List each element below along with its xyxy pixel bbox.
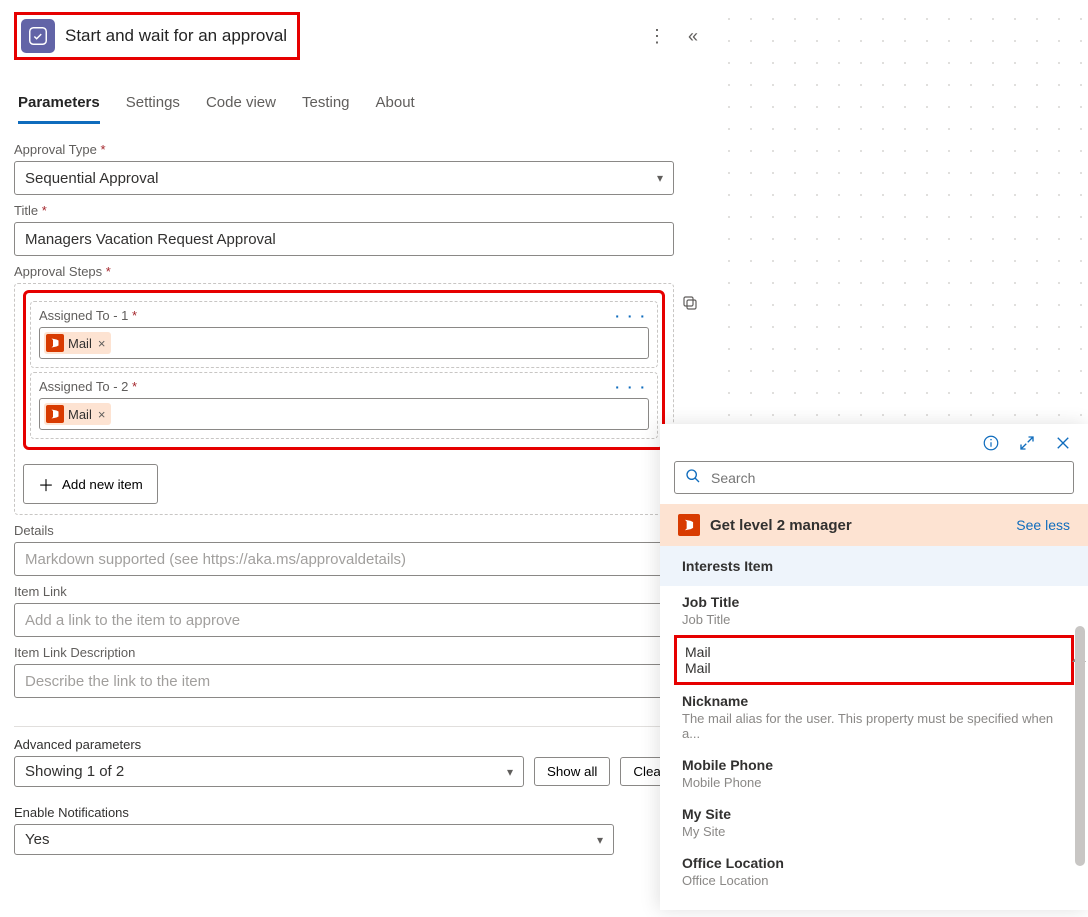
step-1-token: Mail ×: [44, 332, 111, 354]
panel-header: Start and wait for an approval ⋮ «: [14, 12, 698, 60]
item-my-site[interactable]: My Site My Site: [660, 798, 1088, 847]
see-less-link[interactable]: See less: [1016, 517, 1070, 533]
title-value: Managers Vacation Request Approval: [25, 231, 276, 248]
dynamic-content-popup: Get level 2 manager See less Interests I…: [660, 424, 1088, 910]
office-icon: [678, 514, 700, 536]
step-2: · · · Assigned To - 2 Mail ×: [30, 372, 658, 439]
item-link-placeholder: Add a link to the item to approve: [25, 612, 240, 629]
item-job-title-key: Job Title: [682, 594, 1066, 610]
step-2-menu-icon[interactable]: · · ·: [615, 379, 647, 395]
show-all-button[interactable]: Show all: [534, 757, 610, 786]
more-icon[interactable]: ⋮: [648, 26, 666, 47]
popup-list: Interests Item Job Title Job Title Mail …: [660, 546, 1088, 910]
popup-group-name: Get level 2 manager: [710, 517, 852, 534]
item-mail[interactable]: Mail Mail: [674, 635, 1074, 685]
info-icon[interactable]: [982, 434, 1000, 455]
approval-steps-container: · · · Assigned To - 1 Mail × · · ·: [14, 283, 674, 515]
item-nickname-key: Nickname: [682, 693, 1066, 709]
item-interests[interactable]: Interests Item: [660, 546, 1088, 586]
designer-canvas: [712, 0, 1088, 430]
item-link-label: Item Link: [14, 584, 698, 599]
title-input[interactable]: Managers Vacation Request Approval: [14, 222, 674, 256]
tab-testing[interactable]: Testing: [302, 88, 350, 124]
item-link-desc-input[interactable]: Describe the link to the item: [14, 664, 674, 698]
details-placeholder: Markdown supported (see https://aka.ms/a…: [25, 551, 406, 568]
details-input[interactable]: Markdown supported (see https://aka.ms/a…: [14, 542, 674, 576]
item-nickname-desc: The mail alias for the user. This proper…: [682, 711, 1066, 741]
popup-group-header[interactable]: Get level 2 manager See less: [660, 504, 1088, 546]
header-title-wrap: Start and wait for an approval: [14, 12, 300, 60]
item-office-location-desc: Office Location: [682, 873, 1066, 888]
item-job-title-desc: Job Title: [682, 612, 1066, 627]
item-mail-key: Mail: [685, 644, 1063, 660]
collapse-icon[interactable]: «: [688, 26, 698, 47]
scrollbar-thumb[interactable]: [1075, 626, 1085, 866]
item-link-input[interactable]: Add a link to the item to approve: [14, 603, 674, 637]
tab-parameters[interactable]: Parameters: [18, 88, 100, 124]
item-office-location[interactable]: Office Location Office Location: [660, 847, 1088, 896]
chevron-down-icon: ▾: [657, 171, 663, 185]
step-2-assigned-input[interactable]: Mail ×: [39, 398, 649, 430]
tab-code-view[interactable]: Code view: [206, 88, 276, 124]
step-1-label: Assigned To - 1: [39, 308, 649, 323]
item-my-site-key: My Site: [682, 806, 1066, 822]
title-label: Title: [14, 203, 698, 218]
tab-settings[interactable]: Settings: [126, 88, 180, 124]
item-interests-key: Interests Item: [682, 558, 773, 574]
advanced-showing: Showing 1 of 2: [25, 763, 124, 780]
enable-notif-select[interactable]: Yes ▾: [14, 824, 614, 855]
expand-icon[interactable]: [1018, 434, 1036, 455]
section-divider: [14, 726, 674, 727]
plus-icon: ＋: [38, 472, 54, 496]
step-1-token-remove[interactable]: ×: [98, 336, 106, 351]
item-office-location-key: Office Location: [682, 855, 1066, 871]
item-mail-desc: Mail: [685, 660, 1063, 676]
template-icon[interactable]: [681, 294, 699, 315]
advanced-label: Advanced parameters: [14, 737, 698, 752]
search-icon: [685, 468, 701, 487]
chevron-down-icon: ▾: [507, 765, 513, 779]
step-1: · · · Assigned To - 1 Mail ×: [30, 301, 658, 368]
item-job-title[interactable]: Job Title Job Title: [660, 586, 1088, 635]
steps-highlight: · · · Assigned To - 1 Mail × · · ·: [23, 290, 665, 450]
step-1-menu-icon[interactable]: · · ·: [615, 308, 647, 324]
popup-search[interactable]: [674, 461, 1074, 494]
details-label: Details: [14, 523, 698, 538]
enable-notif-value: Yes: [25, 831, 49, 848]
add-step-button[interactable]: ＋ Add new item: [23, 464, 158, 504]
approval-type-select[interactable]: Sequential Approval ▾: [14, 161, 674, 195]
step-2-token: Mail ×: [44, 403, 111, 425]
popup-search-input[interactable]: [709, 469, 1063, 487]
tab-about[interactable]: About: [376, 88, 415, 124]
add-step-label: Add new item: [62, 477, 143, 492]
office-icon: [46, 334, 64, 352]
item-mobile-phone-key: Mobile Phone: [682, 757, 1066, 773]
item-link-desc-placeholder: Describe the link to the item: [25, 673, 210, 690]
item-link-desc-label: Item Link Description: [14, 645, 698, 660]
item-my-site-desc: My Site: [682, 824, 1066, 839]
approval-type-value: Sequential Approval: [25, 170, 158, 187]
step-1-assigned-input[interactable]: Mail ×: [39, 327, 649, 359]
chevron-down-icon: ▾: [597, 833, 603, 847]
item-mobile-phone[interactable]: Mobile Phone Mobile Phone: [660, 749, 1088, 798]
enable-notif-label: Enable Notifications: [14, 805, 698, 820]
tab-bar: Parameters Settings Code view Testing Ab…: [14, 88, 698, 124]
step-1-token-label: Mail: [68, 336, 92, 351]
close-icon[interactable]: [1054, 434, 1072, 455]
step-2-token-label: Mail: [68, 407, 92, 422]
panel-title: Start and wait for an approval: [65, 26, 287, 46]
item-nickname[interactable]: Nickname The mail alias for the user. Th…: [660, 685, 1088, 749]
office-icon: [46, 405, 64, 423]
step-2-label: Assigned To - 2: [39, 379, 649, 394]
step-2-token-remove[interactable]: ×: [98, 407, 106, 422]
config-panel: Start and wait for an approval ⋮ « Param…: [0, 0, 712, 867]
approval-type-label: Approval Type: [14, 142, 698, 157]
approval-action-icon: [21, 19, 55, 53]
item-mobile-phone-desc: Mobile Phone: [682, 775, 1066, 790]
advanced-select[interactable]: Showing 1 of 2 ▾: [14, 756, 524, 787]
steps-label: Approval Steps: [14, 264, 698, 279]
